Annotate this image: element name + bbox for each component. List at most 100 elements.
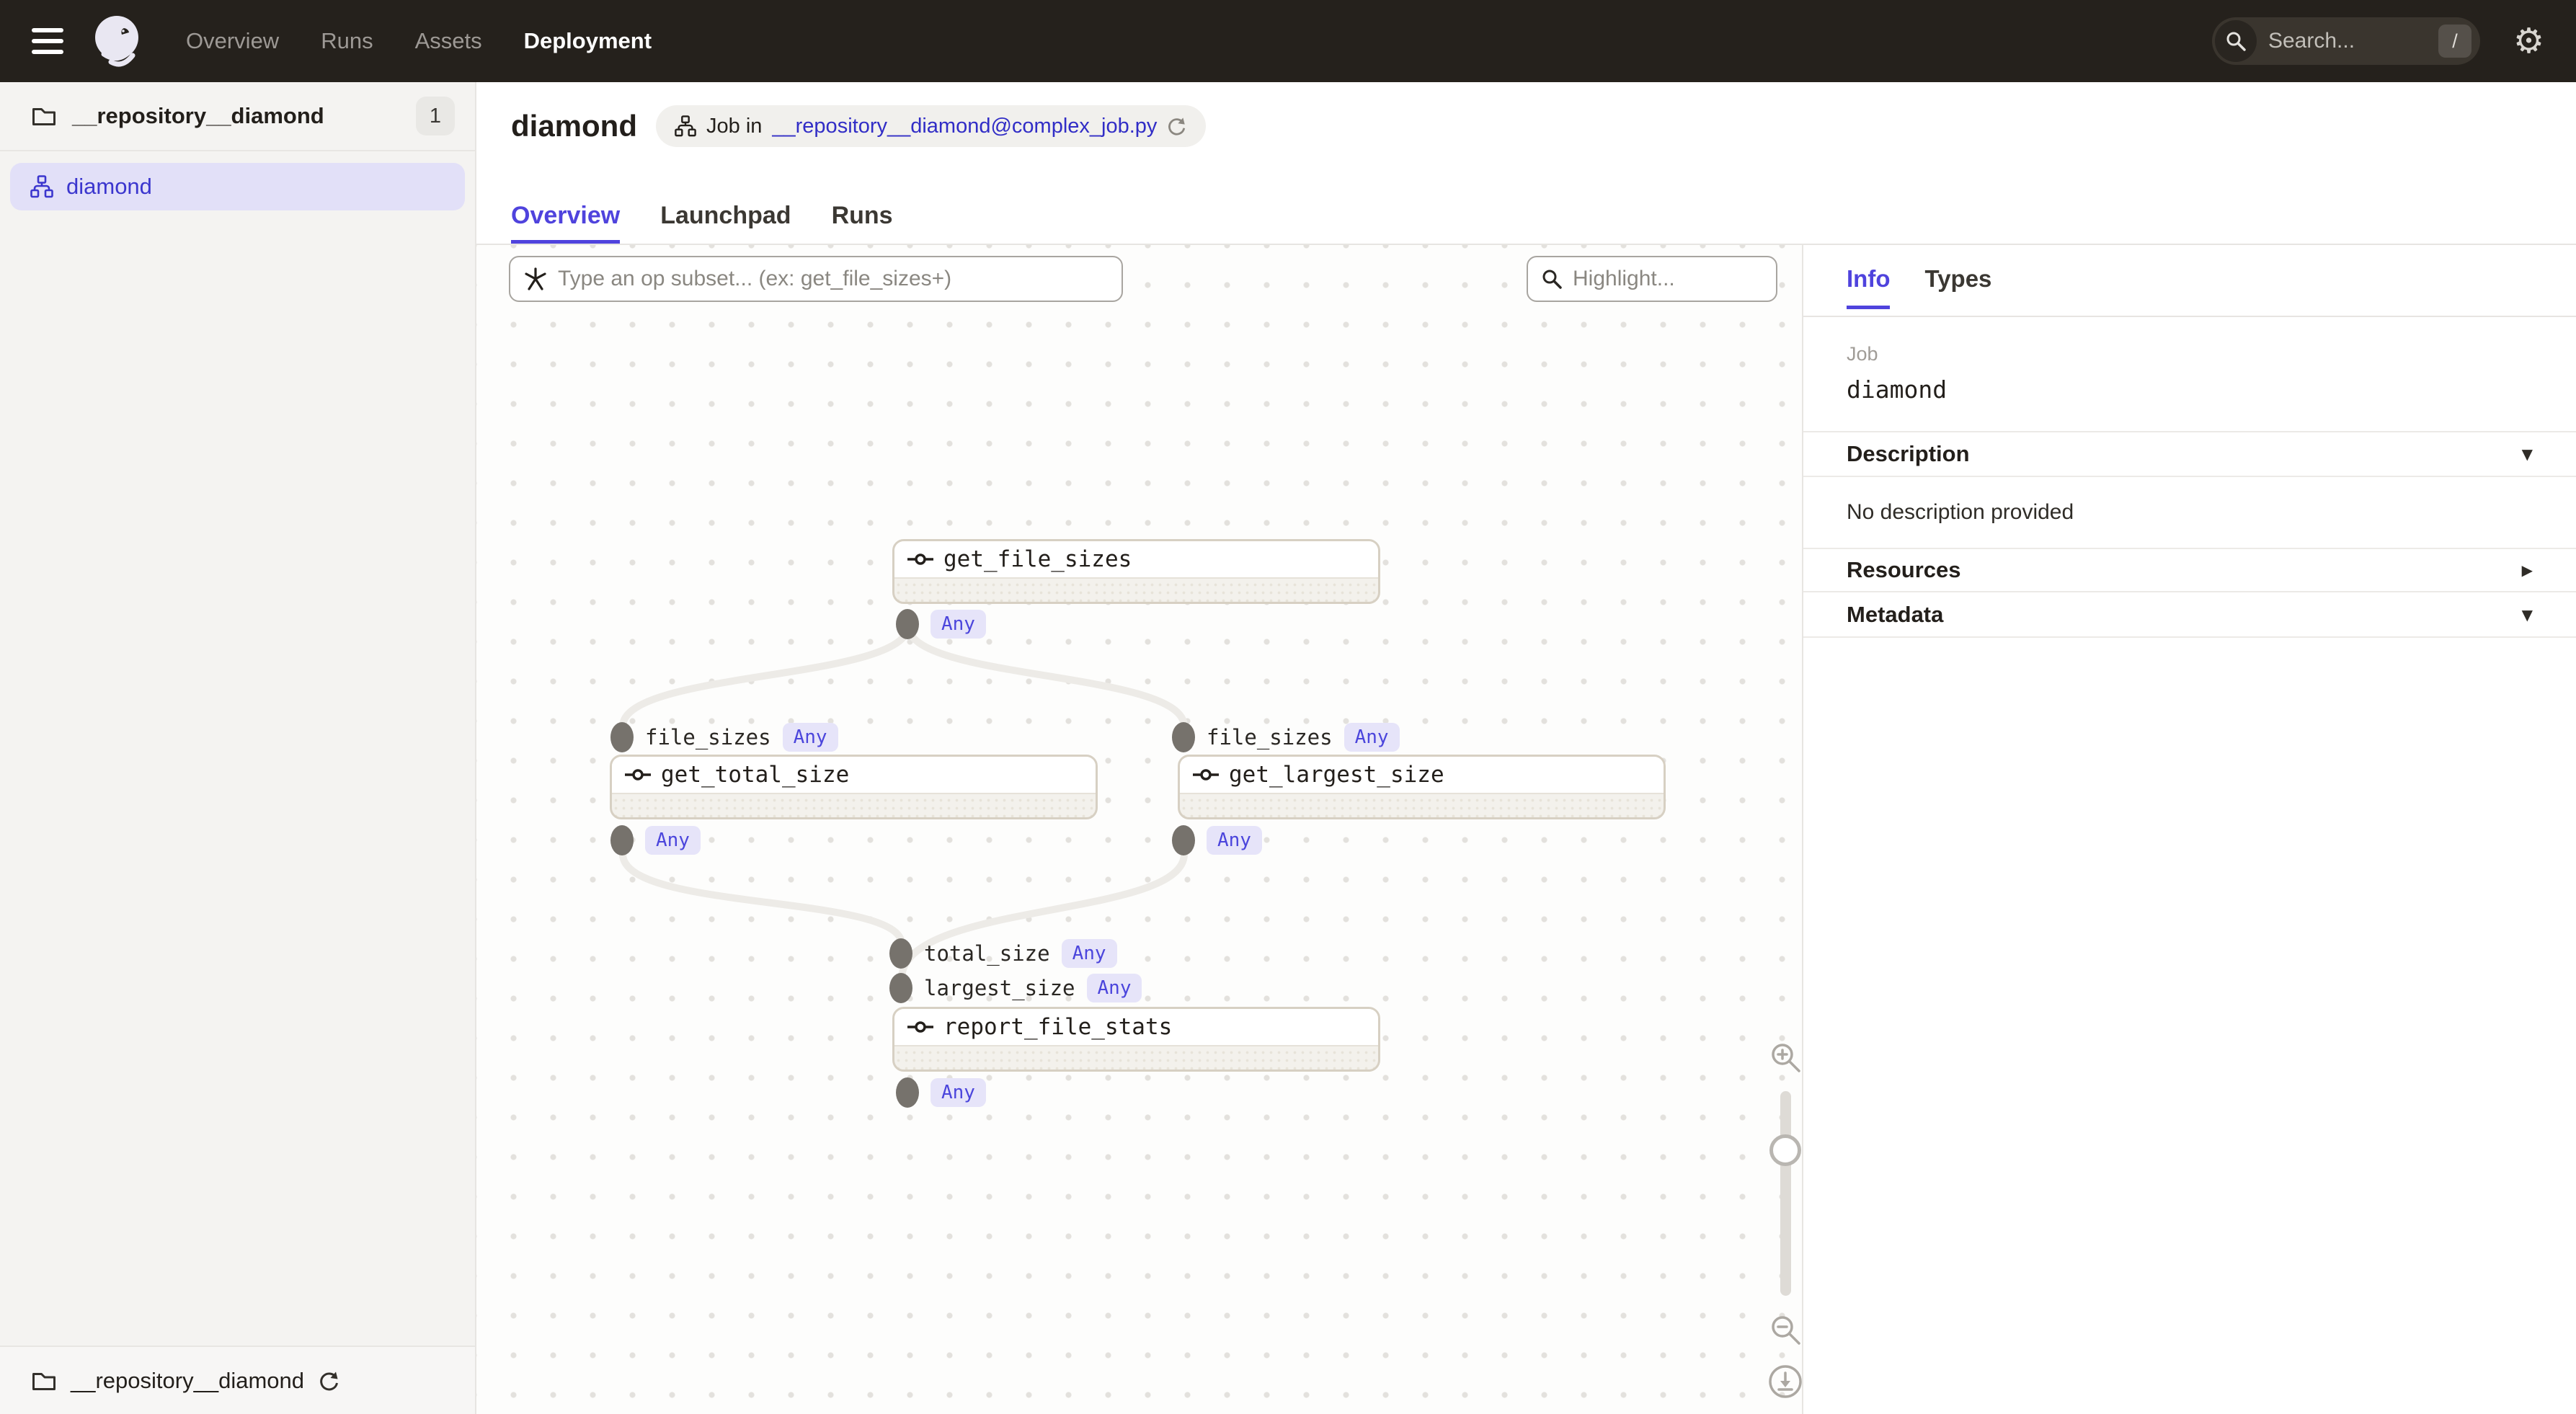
op-subset-input[interactable] (558, 267, 1109, 291)
type-badge-any[interactable]: Any (1087, 974, 1142, 1002)
job-count-badge: 1 (416, 97, 455, 135)
output-port-get-total-size: Any (610, 825, 701, 855)
search-shortcut-badge: / (2438, 25, 2471, 58)
search-icon (2215, 20, 2257, 62)
nav-deployment[interactable]: Deployment (524, 28, 652, 54)
section-title: Resources (1847, 557, 1961, 583)
breadcrumb-prefix: Job in (706, 115, 762, 138)
section-resources[interactable]: Resources ▶ (1803, 549, 2576, 592)
job-icon (675, 115, 696, 137)
op-name: get_total_size (661, 762, 849, 788)
op-node-get-total-size[interactable]: get_total_size (610, 755, 1098, 819)
gear-icon[interactable]: ⚙ (2513, 24, 2544, 58)
tab-overview[interactable]: Overview (511, 202, 620, 244)
menu-icon[interactable] (32, 28, 65, 54)
sidebar-item-label: diamond (66, 174, 152, 200)
zoom-slider[interactable] (1780, 1091, 1791, 1296)
folder-icon (32, 106, 56, 126)
type-badge-any[interactable]: Any (1062, 939, 1117, 968)
nav-assets[interactable]: Assets (415, 28, 482, 54)
search-input[interactable] (2268, 29, 2405, 53)
description-text: No description provided (1847, 500, 2074, 525)
top-navigation-bar: Overview Runs Assets Deployment / ⚙ (0, 0, 2576, 82)
port-dot (889, 973, 912, 1003)
op-node-get-largest-size[interactable]: get_largest_size (1178, 755, 1666, 819)
nav-overview[interactable]: Overview (186, 28, 279, 54)
op-icon (907, 1021, 933, 1033)
type-badge-any[interactable]: Any (1344, 723, 1400, 752)
download-image-icon[interactable] (1767, 1364, 1802, 1400)
sidebar-item-diamond[interactable]: diamond (10, 163, 465, 210)
chevron-down-icon: ▼ (2522, 445, 2533, 463)
output-port-get-largest-size: Any (1172, 825, 1262, 855)
description-body: No description provided (1803, 477, 2576, 549)
section-title: Description (1847, 441, 1970, 467)
info-panel: Info Types Job diamond Description ▼ No … (1803, 245, 2576, 1414)
job-label: Job (1847, 343, 2533, 365)
refresh-icon[interactable] (1167, 116, 1187, 136)
dagster-logo[interactable] (91, 14, 146, 68)
tab-info[interactable]: Info (1847, 265, 1890, 309)
op-name: report_file_stats (943, 1014, 1172, 1040)
zoom-slider-handle[interactable] (1769, 1134, 1801, 1166)
sidebar-footer-repository[interactable]: __repository__diamond (0, 1346, 475, 1414)
global-search[interactable]: / (2212, 17, 2480, 65)
port-label: file_sizes (1207, 725, 1333, 750)
chevron-down-icon: ▼ (2522, 606, 2533, 623)
nav-runs[interactable]: Runs (321, 28, 373, 54)
port-label: file_sizes (645, 725, 771, 750)
port-dot (610, 722, 634, 752)
highlight-input[interactable] (1573, 267, 1763, 291)
section-metadata[interactable]: Metadata ▼ (1803, 592, 2576, 638)
input-port-file-sizes-left: file_sizes Any (610, 722, 838, 752)
op-subset-filter[interactable] (509, 256, 1123, 302)
op-name: get_file_sizes (943, 546, 1132, 572)
search-icon (1541, 268, 1563, 290)
input-port-total-size: total_size Any (889, 938, 1117, 969)
tab-types[interactable]: Types (1924, 265, 1991, 309)
repository-header[interactable]: __repository__diamond 1 (0, 82, 475, 151)
type-badge-any[interactable]: Any (931, 1078, 986, 1107)
nav-right-group: / ⚙ (2212, 17, 2544, 65)
job-breadcrumb-pill: Job in __repository__diamond@complex_job… (656, 105, 1206, 147)
repository-file-link[interactable]: __repository__diamond@complex_job.py (772, 115, 1157, 138)
port-dot (1172, 825, 1195, 855)
op-icon (1193, 768, 1219, 781)
op-selector-icon (523, 267, 548, 291)
output-port-get-file-sizes: Any (896, 609, 986, 639)
port-dot (896, 1077, 919, 1108)
section-description[interactable]: Description ▼ (1803, 432, 2576, 477)
left-sidebar: __repository__diamond 1 diamond __reposi… (0, 82, 476, 1414)
op-name: get_largest_size (1229, 762, 1444, 788)
op-node-report-file-stats[interactable]: report_file_stats (892, 1007, 1380, 1072)
tab-runs[interactable]: Runs (832, 202, 893, 244)
reload-repository-icon[interactable] (319, 1370, 340, 1392)
zoom-in-icon[interactable] (1769, 1041, 1802, 1074)
input-port-largest-size: largest_size Any (889, 973, 1142, 1003)
job-header: diamond Job in __repository__diamond@com… (476, 82, 2576, 245)
zoom-controls (1767, 1041, 1802, 1400)
info-panel-tabs: Info Types (1803, 245, 2576, 317)
op-node-get-file-sizes[interactable]: get_file_sizes (892, 539, 1380, 604)
graph-canvas[interactable]: get_file_sizes Any file_sizes Any get_to… (476, 245, 1802, 1414)
type-badge-any[interactable]: Any (645, 826, 701, 855)
port-dot (889, 938, 912, 969)
port-dot (896, 609, 919, 639)
op-icon (625, 768, 651, 781)
port-label: largest_size (924, 976, 1075, 1000)
zoom-out-icon[interactable] (1769, 1313, 1802, 1346)
footer-repository-name: __repository__diamond (71, 1368, 304, 1394)
port-label: total_size (924, 941, 1050, 966)
primary-nav: Overview Runs Assets Deployment (186, 28, 652, 54)
repository-name: __repository__diamond (72, 103, 324, 129)
job-tabs: Overview Launchpad Runs (511, 202, 893, 244)
chevron-right-icon: ▶ (2522, 561, 2533, 579)
port-dot (610, 825, 634, 855)
tab-launchpad[interactable]: Launchpad (660, 202, 791, 244)
type-badge-any[interactable]: Any (931, 610, 986, 639)
highlight-filter[interactable] (1527, 256, 1777, 302)
type-badge-any[interactable]: Any (1207, 826, 1262, 855)
type-badge-any[interactable]: Any (783, 723, 838, 752)
job-icon (30, 175, 53, 198)
job-name-value: diamond (1847, 375, 2533, 404)
